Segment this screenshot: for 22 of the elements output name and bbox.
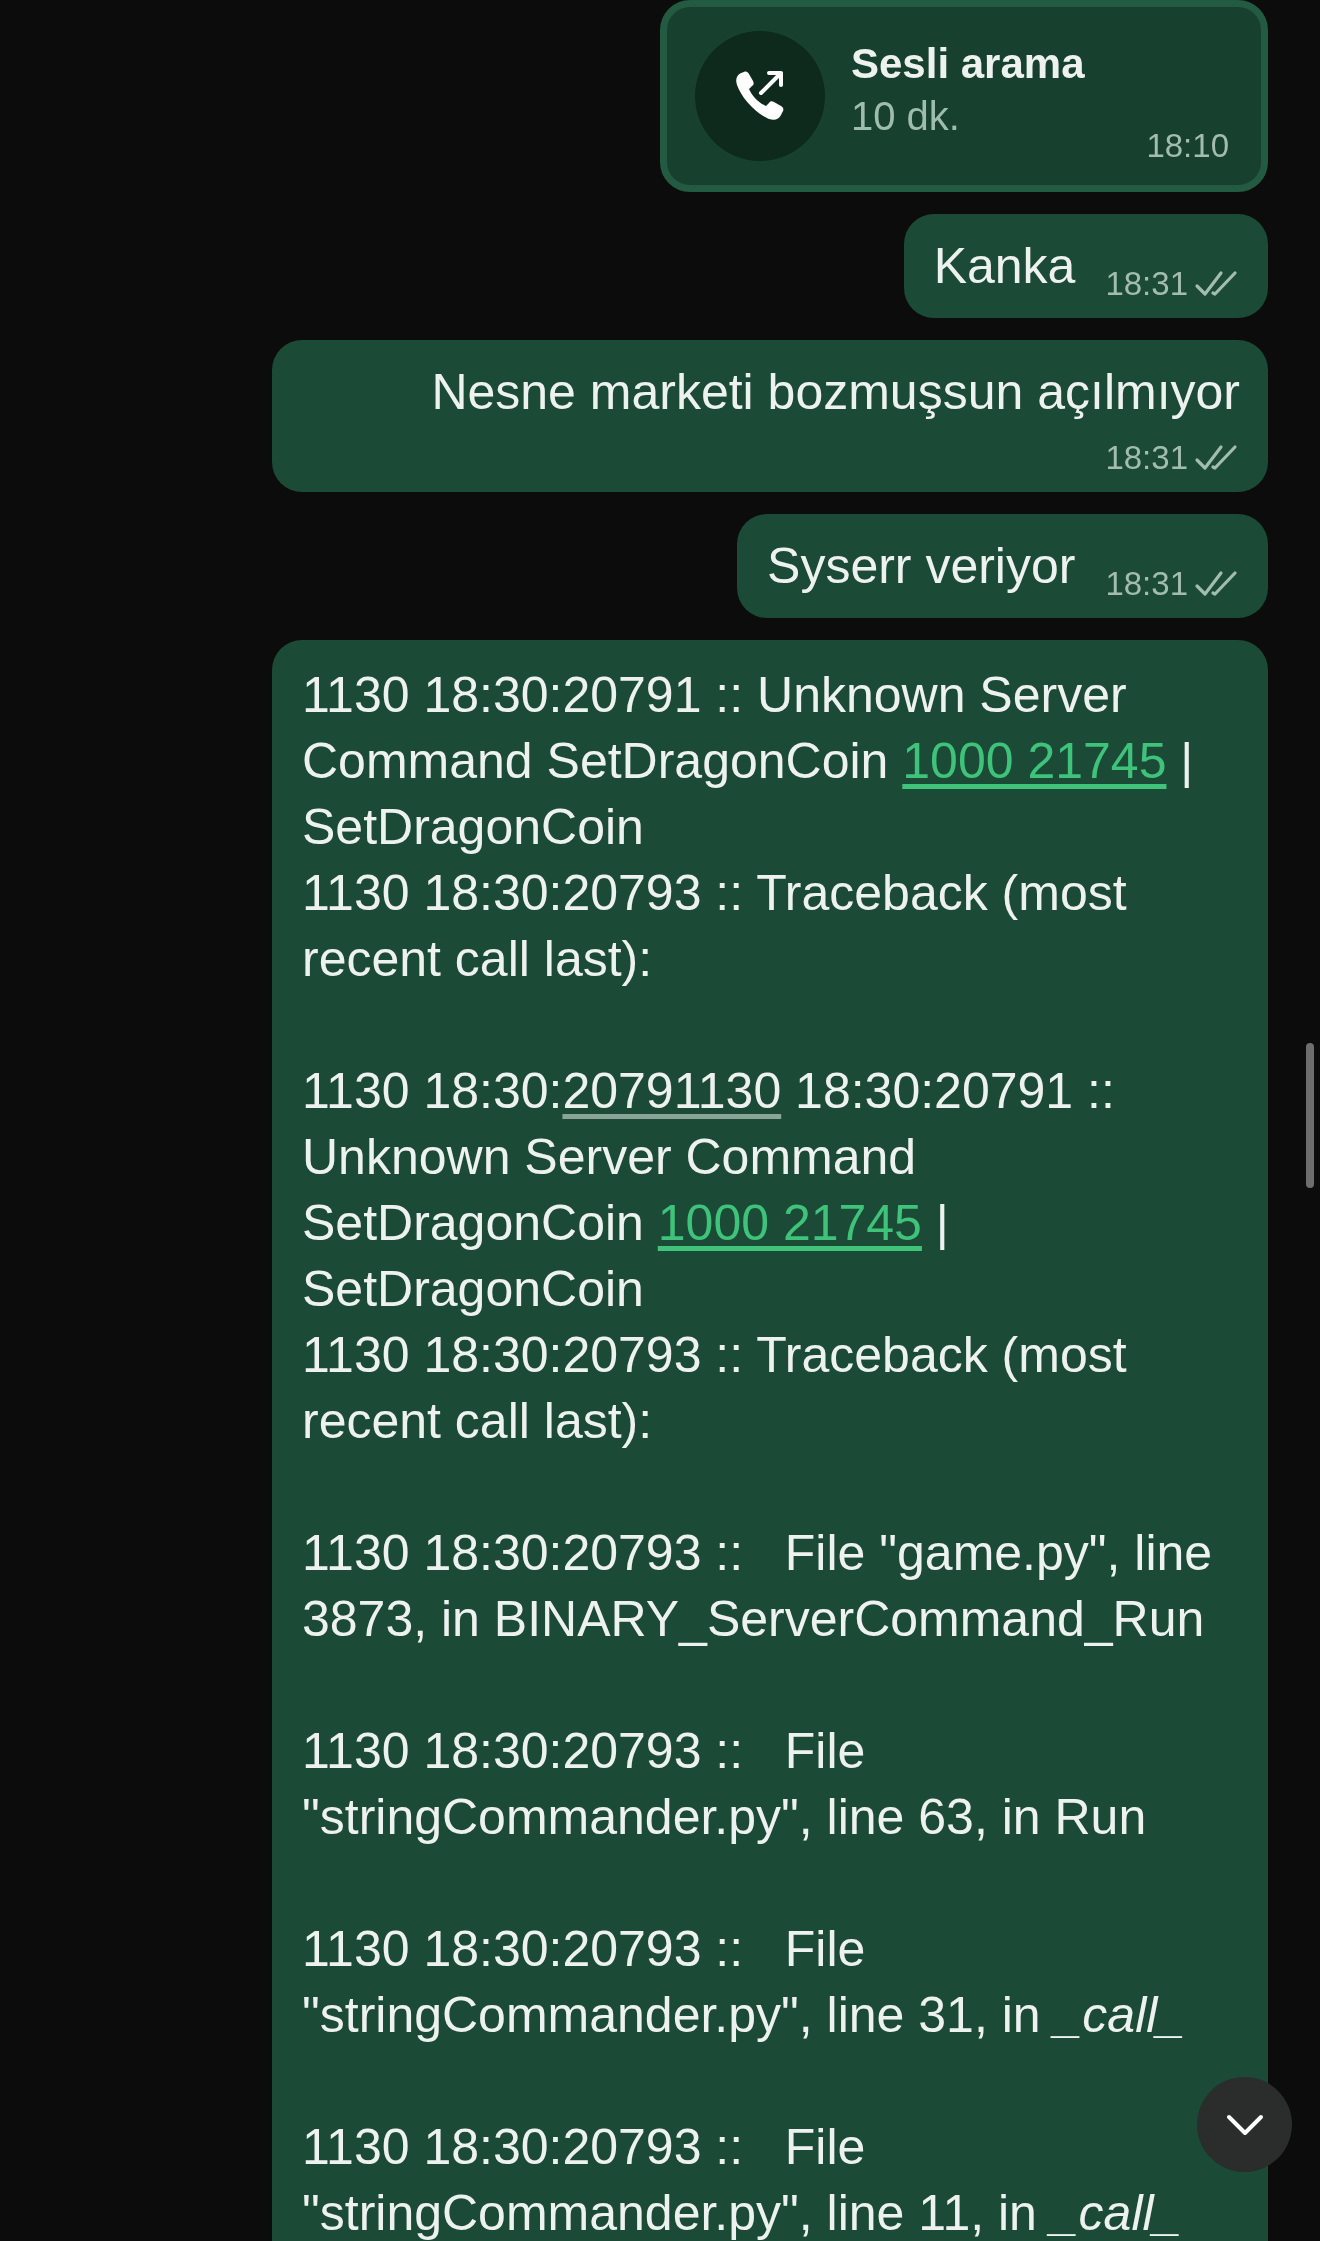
log-line: 1130 18:30:20793 :: File "game.py", line 3873, in BINARY_ServerCommand_Run <box>302 1524 1214 1649</box>
number-link[interactable]: 1000 21745 <box>902 733 1167 789</box>
log-line: 1130 18:30:20793 :: File "stringCommander.py", line 11, in _call_ <box>302 2118 1183 2241</box>
scrollbar[interactable] <box>1306 1043 1314 1188</box>
call-title: Sesli arama <box>851 39 1085 88</box>
log-line: 1130 18:30:20793 :: Traceback (most recent call last): <box>302 864 1128 989</box>
chevron-down-icon <box>1224 2112 1265 2137</box>
message-time: 18:10 <box>1146 127 1229 165</box>
message-text: Kanka <box>933 237 1076 296</box>
log-line: 1130 18:30:20793 :: Traceback (most recent call last): <box>302 1326 1128 1451</box>
log-line: 1130 18:30:20791 :: Unknown Server Command SetDragonCoin 1000 21745 | SetDragonCoin <box>302 666 1195 857</box>
log-line: 1130 18:30:20791130 18:30:20791 :: Unknown Server Command SetDragonCoin 1000 21745 | SetDragonCoin <box>302 1062 1116 1319</box>
log-line: 1130 18:30:20793 :: File "stringCommander.py", line 31, in _call_ <box>302 1920 1187 2045</box>
log-line: 1130 18:30:20793 :: File "stringCommander.py", line 63, in Run <box>302 1722 1148 1847</box>
number-link[interactable]: 1000 21745 <box>657 1195 922 1251</box>
call-duration: 10 dk. <box>851 93 961 139</box>
call-bubble[interactable]: Sesli arama 10 dk. 18:10 <box>660 0 1268 192</box>
message-time: 18:31 <box>1105 564 1188 604</box>
message-time: 18:31 <box>1105 264 1188 304</box>
message-text: Syserr veriyor <box>767 537 1076 596</box>
message-text: Nesne marketi bozmuşsun açılmıyor <box>431 363 1240 422</box>
message-time: 18:31 <box>1105 438 1188 478</box>
